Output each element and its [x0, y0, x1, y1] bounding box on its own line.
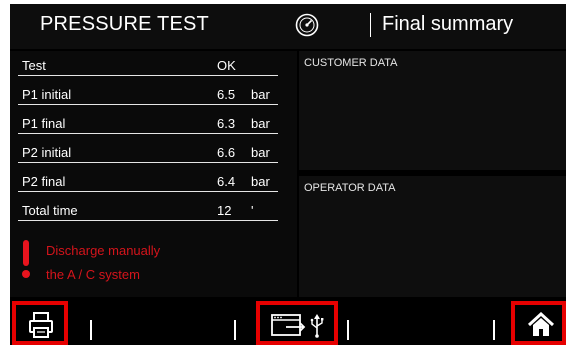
result-label: P2 final — [22, 174, 66, 189]
result-value: 12 — [217, 203, 232, 218]
toolbar-separator — [234, 320, 236, 340]
pressure-test-screen: PRESSURE TEST Final summary Test OK P1 i… — [10, 4, 566, 345]
print-button[interactable] — [12, 301, 68, 345]
result-value: 6.3 — [217, 116, 236, 131]
result-row: P1 final 6.3 bar — [18, 109, 278, 134]
toolbar-separator — [347, 320, 349, 340]
customer-data-panel[interactable]: CUSTOMER DATA — [299, 51, 566, 170]
operator-data-panel[interactable]: OPERATOR DATA — [299, 176, 566, 297]
result-unit: bar — [251, 145, 270, 160]
result-label: P1 final — [22, 116, 66, 131]
result-label: P1 initial — [22, 87, 72, 102]
result-label: Total time — [22, 203, 78, 218]
bottom-toolbar — [10, 301, 566, 345]
warning-line-2: the A / C system — [46, 267, 140, 282]
operator-data-title: OPERATOR DATA — [304, 182, 396, 194]
result-unit: bar — [251, 174, 270, 189]
toolbar-separator — [493, 320, 495, 340]
result-value: 6.6 — [217, 145, 236, 160]
result-unit: ' — [251, 203, 254, 218]
result-row: Test OK — [18, 51, 278, 76]
result-unit: bar — [251, 116, 270, 131]
printer-icon — [29, 312, 53, 338]
section-title: Final summary — [382, 13, 514, 35]
result-row: Total time 12 ' — [18, 196, 278, 221]
warning-line-1: Discharge manually — [46, 243, 161, 258]
result-value: 6.5 — [217, 87, 236, 102]
home-icon — [527, 312, 555, 336]
usb-export-icon — [271, 314, 324, 338]
result-row: P2 final 6.4 bar — [18, 167, 278, 192]
result-unit: bar — [251, 87, 270, 102]
page-title: PRESSURE TEST — [40, 13, 209, 35]
result-row: P2 initial 6.6 bar — [18, 138, 278, 163]
result-label: P2 initial — [22, 145, 72, 160]
warning-message: Discharge manually the A / C system — [46, 239, 160, 287]
header-bar: PRESSURE TEST Final summary — [10, 4, 566, 49]
results-panel: Test OK P1 initial 6.5 bar P1 final 6.3 … — [10, 51, 297, 297]
result-row: P1 initial 6.5 bar — [18, 80, 278, 105]
result-value: OK — [217, 58, 236, 73]
result-value: 6.4 — [217, 174, 236, 189]
home-button[interactable] — [511, 301, 566, 345]
usb-export-button[interactable] — [256, 301, 338, 345]
gauge-icon — [295, 13, 319, 37]
customer-data-title: CUSTOMER DATA — [304, 57, 398, 69]
toolbar-separator — [90, 320, 92, 340]
header-divider — [370, 13, 371, 37]
exclamation-icon — [21, 240, 31, 280]
result-label: Test — [22, 58, 46, 73]
